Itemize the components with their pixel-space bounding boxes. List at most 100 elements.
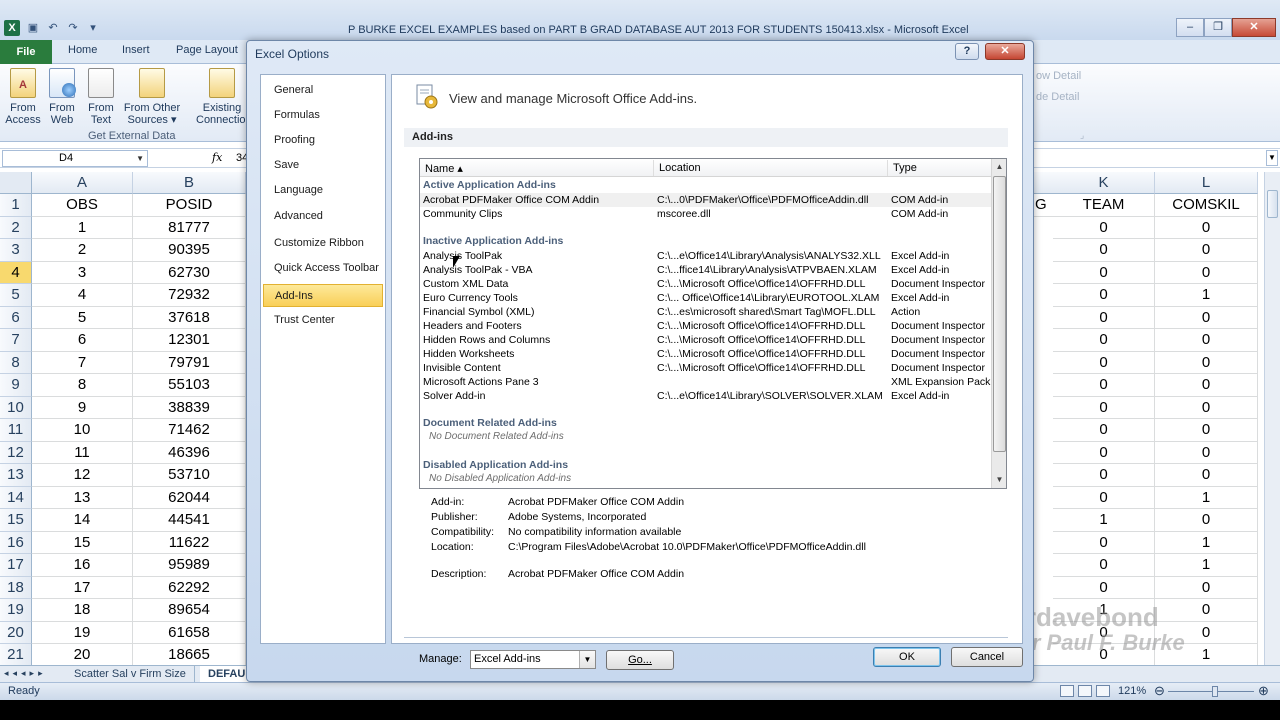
- row-header[interactable]: 14: [0, 486, 32, 509]
- chevron-down-icon[interactable]: ▼: [579, 651, 595, 668]
- addin-row[interactable]: Analysis ToolPak - VBA C:\...ffice14\Libr…: [420, 263, 991, 277]
- cell-obs[interactable]: 6: [32, 329, 133, 352]
- restore-icon[interactable]: ❐: [1204, 18, 1232, 37]
- cell-posid[interactable]: 62730: [133, 261, 246, 284]
- zoom-slider-track[interactable]: [1168, 691, 1254, 692]
- column-divider[interactable]: [653, 160, 654, 176]
- sheet-tab-scatter[interactable]: Scatter Sal v Firm Size: [66, 666, 195, 682]
- excel-logo-icon[interactable]: X: [4, 20, 20, 36]
- cell-comskil[interactable]: 0: [1155, 396, 1258, 419]
- cell-obs[interactable]: 4: [32, 284, 133, 307]
- cell-posid[interactable]: 71462: [133, 419, 246, 442]
- chevron-down-icon[interactable]: ▼: [136, 151, 144, 166]
- dialog-launcher-icon[interactable]: ⌟: [1080, 130, 1084, 141]
- zoom-out-icon[interactable]: ⊖: [1154, 683, 1165, 699]
- cell-posid[interactable]: 37618: [133, 306, 246, 329]
- cell-comskil[interactable]: 0: [1155, 306, 1258, 329]
- cell-obs[interactable]: 18: [32, 599, 133, 622]
- cell-comskil[interactable]: 1: [1155, 486, 1258, 509]
- row-header[interactable]: 18: [0, 576, 32, 599]
- cell-obs[interactable]: 12: [32, 464, 133, 487]
- column-header-l[interactable]: L: [1155, 172, 1258, 194]
- cell-obs[interactable]: 15: [32, 531, 133, 554]
- addin-row[interactable]: Euro Currency Tools C:\... Office\Office1…: [420, 291, 991, 305]
- cell-header-posid[interactable]: POSID: [133, 194, 246, 217]
- cell-obs[interactable]: 19: [32, 621, 133, 644]
- addin-row[interactable]: Headers and Footers C:\...\Microsoft Offi…: [420, 319, 991, 333]
- cell-header-obs[interactable]: OBS: [32, 194, 133, 217]
- existing-connections-button[interactable]: Existing Connection: [196, 68, 248, 126]
- close-window-icon[interactable]: ✕: [1232, 18, 1276, 37]
- cell-comskil[interactable]: 0: [1155, 509, 1258, 532]
- zoom-in-icon[interactable]: ⊕: [1258, 683, 1269, 699]
- cell-comskil[interactable]: 0: [1155, 374, 1258, 397]
- zoom-slider-thumb[interactable]: [1212, 686, 1218, 697]
- scroll-up-icon[interactable]: ▲: [992, 159, 1006, 175]
- cell-obs[interactable]: 9: [32, 396, 133, 419]
- cell-team[interactable]: 0: [1053, 329, 1155, 352]
- addin-row[interactable]: Analysis ToolPak C:\...e\Office14\Library…: [420, 249, 991, 263]
- cell-obs[interactable]: 10: [32, 419, 133, 442]
- nav-item-customize-ribbon[interactable]: Customize Ribbon: [263, 232, 383, 255]
- tab-home[interactable]: Home: [68, 44, 97, 56]
- nav-item-advanced[interactable]: Advanced: [263, 205, 383, 228]
- cell-posid[interactable]: 53710: [133, 464, 246, 487]
- cell-posid[interactable]: 46396: [133, 441, 246, 464]
- cell-posid[interactable]: 62292: [133, 576, 246, 599]
- normal-view-icon[interactable]: [1060, 685, 1074, 697]
- row-header[interactable]: 8: [0, 351, 32, 374]
- addin-row[interactable]: Solver Add-in C:\...e\Office14\Library\SO…: [420, 389, 991, 403]
- row-header[interactable]: 12: [0, 441, 32, 464]
- ok-button[interactable]: OK: [873, 647, 941, 667]
- nav-item-save[interactable]: Save: [263, 154, 383, 177]
- row-header[interactable]: 17: [0, 554, 32, 577]
- cell-posid[interactable]: 55103: [133, 374, 246, 397]
- cell-obs[interactable]: 20: [32, 644, 133, 667]
- cell-comskil[interactable]: 0: [1155, 239, 1258, 262]
- cell-posid[interactable]: 81777: [133, 216, 246, 239]
- addin-row[interactable]: Community Clips mscoree.dll COM Add-in: [420, 207, 991, 221]
- cell-team[interactable]: 0: [1053, 554, 1155, 577]
- cell-header-comskil[interactable]: COMSKIL: [1155, 194, 1258, 217]
- tab-page-layout[interactable]: Page Layout: [176, 44, 238, 56]
- help-button[interactable]: ?: [955, 43, 979, 60]
- row-header[interactable]: 4: [0, 261, 32, 284]
- addins-scrollbar[interactable]: ▲ ▼: [991, 159, 1006, 488]
- cell-posid[interactable]: 38839: [133, 396, 246, 419]
- cell-posid[interactable]: 18665: [133, 644, 246, 667]
- cell-posid[interactable]: 90395: [133, 239, 246, 262]
- nav-item-general[interactable]: General: [263, 79, 383, 102]
- page-layout-view-icon[interactable]: [1078, 685, 1092, 697]
- addin-row[interactable]: Hidden Rows and Columns C:\...\Microsoft …: [420, 333, 991, 347]
- show-detail-button[interactable]: ow Detail: [1036, 70, 1081, 82]
- row-header[interactable]: 15: [0, 509, 32, 532]
- from-access-button[interactable]: From Access: [2, 68, 44, 126]
- cell-team[interactable]: 0: [1053, 486, 1155, 509]
- cancel-button[interactable]: Cancel: [951, 647, 1023, 667]
- zoom-level[interactable]: 121%: [1118, 685, 1146, 697]
- insert-function-icon[interactable]: fx: [212, 151, 222, 164]
- cell-header-team[interactable]: TEAM: [1053, 194, 1155, 217]
- row-header[interactable]: 13: [0, 464, 32, 487]
- nav-item-formulas[interactable]: Formulas: [263, 104, 383, 127]
- cell-obs[interactable]: 8: [32, 374, 133, 397]
- cell-team[interactable]: 1: [1053, 509, 1155, 532]
- cell-posid[interactable]: 72932: [133, 284, 246, 307]
- column-header-k[interactable]: K: [1053, 172, 1155, 194]
- vertical-scrollbar[interactable]: [1264, 172, 1280, 665]
- nav-item-proofing[interactable]: Proofing: [263, 129, 383, 152]
- cell-team[interactable]: 0: [1053, 351, 1155, 374]
- cell-comskil[interactable]: 1: [1155, 284, 1258, 307]
- addin-row[interactable]: Acrobat PDFMaker Office COM Addin C:\...0…: [420, 193, 991, 207]
- hide-detail-button[interactable]: de Detail: [1036, 91, 1079, 103]
- go-button[interactable]: Go...: [606, 650, 674, 670]
- redo-icon[interactable]: ↷: [66, 21, 80, 35]
- cell-posid[interactable]: 11622: [133, 531, 246, 554]
- column-header-a[interactable]: A: [32, 172, 133, 194]
- cell-obs[interactable]: 14: [32, 509, 133, 532]
- customize-toolbar-icon[interactable]: ▾: [86, 21, 100, 35]
- cell-posid[interactable]: 61658: [133, 621, 246, 644]
- nav-item-trust-center[interactable]: Trust Center: [263, 309, 383, 332]
- cell-obs[interactable]: 7: [32, 351, 133, 374]
- addin-row[interactable]: Microsoft Actions Pane 3 XML Expansion Pa…: [420, 375, 991, 389]
